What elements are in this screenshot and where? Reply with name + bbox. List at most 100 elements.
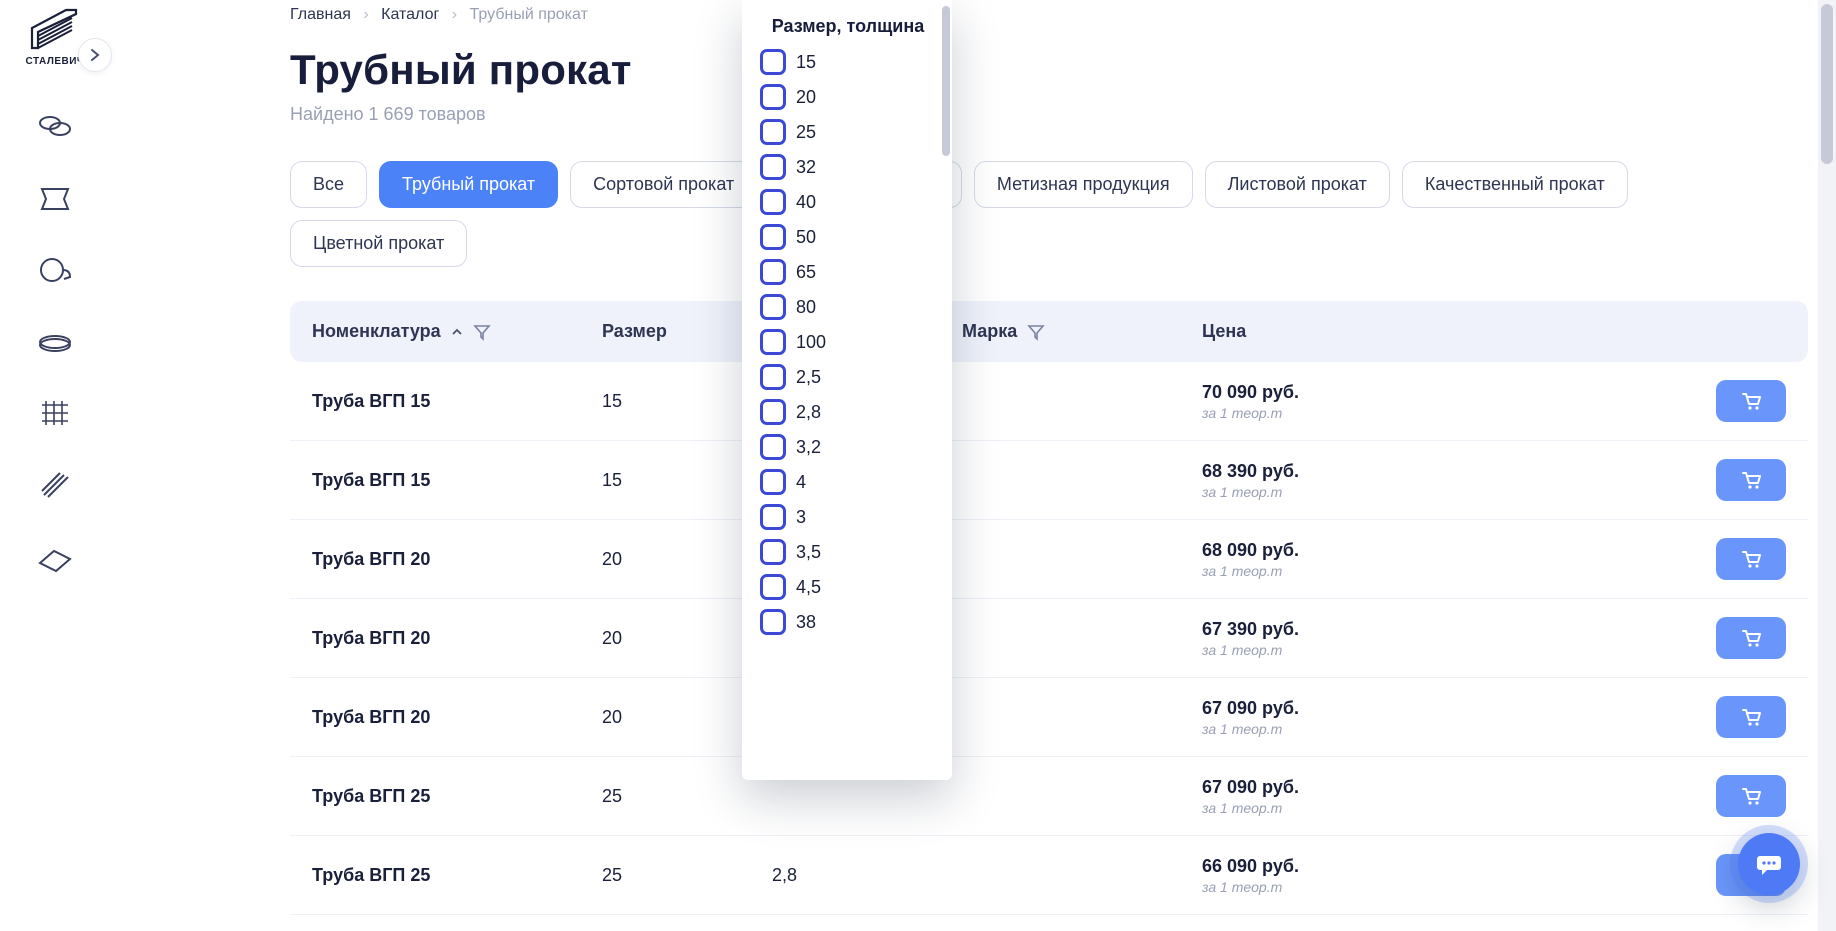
filter-option[interactable]: 15 [760,49,936,75]
profile-icon[interactable] [24,527,86,589]
chip-6[interactable]: Качественный прокат [1402,161,1628,208]
filter-option[interactable]: 4,5 [760,574,936,600]
table-row[interactable]: Труба ВГП 151570 090 руб.за 1 теор.т [290,362,1808,441]
checkbox[interactable] [760,364,786,390]
add-to-cart-button[interactable] [1716,538,1786,580]
checkbox[interactable] [760,539,786,565]
filter-option-label: 80 [796,297,816,318]
table-header: Номенклатура Размер Марка [290,301,1808,362]
ring-icon[interactable] [24,311,86,373]
checkbox[interactable] [760,259,786,285]
filter-option[interactable]: 80 [760,294,936,320]
filter-option-label: 32 [796,157,816,178]
chevron-right-icon [88,48,102,62]
scrollbar-thumb[interactable] [1821,4,1833,164]
cell-price: 66 090 руб.за 1 теор.т [1202,854,1786,896]
checkbox[interactable] [760,434,786,460]
table-row[interactable]: Труба ВГП 151568 390 руб.за 1 теор.т [290,441,1808,520]
logo[interactable]: СТАЛЕВИЧ [26,6,85,67]
dropdown-title: Размер, толщина [760,16,936,37]
cell-thickness: 2,8 [772,865,962,886]
filter-option-label: 40 [796,192,816,213]
add-to-cart-button[interactable] [1716,459,1786,501]
cell-name: Труба ВГП 20 [312,707,602,728]
cell-size: 25 [602,786,772,807]
breadcrumb-link[interactable]: Главная [290,6,351,23]
checkbox[interactable] [760,329,786,355]
filter-option-label: 25 [796,122,816,143]
filter-option[interactable]: 38 [760,609,936,635]
checkbox[interactable] [760,469,786,495]
chip-0[interactable]: Все [290,161,367,208]
add-to-cart-button[interactable] [1716,696,1786,738]
add-to-cart-button[interactable] [1716,617,1786,659]
add-to-cart-button[interactable] [1716,380,1786,422]
filter-option[interactable]: 40 [760,189,936,215]
dropdown-list: 15 20 25 32 40 50 65 80 100 2,5 2,8 3,2 4 3 3,5 4,5 38 [760,49,936,635]
size-filter-dropdown[interactable]: Размер, толщина 15 20 25 32 40 50 65 80 100 2,5 2,… [742,0,952,780]
th-price-label: Цена [1202,321,1246,342]
price-unit: за 1 теор.т [1202,484,1299,500]
table-row[interactable]: Труба ВГП 202067 390 руб.за 1 теор.т [290,599,1808,678]
th-grade[interactable]: Марка [962,321,1202,342]
checkbox[interactable] [760,154,786,180]
logo-wrap: СТАЛЕВИЧ [0,6,110,67]
chip-1[interactable]: Трубный прокат [379,161,558,208]
chip-4[interactable]: Метизная продукция [974,161,1193,208]
th-name[interactable]: Номенклатура [312,321,602,342]
chip-5[interactable]: Листовой прокат [1205,161,1390,208]
checkbox[interactable] [760,224,786,250]
checkbox[interactable] [760,574,786,600]
filter-icon[interactable] [1027,323,1045,341]
mesh-icon[interactable] [24,383,86,445]
page-scrollbar[interactable] [1818,0,1836,931]
filter-option[interactable]: 2,8 [760,399,936,425]
filter-option[interactable]: 3,2 [760,434,936,460]
checkbox[interactable] [760,84,786,110]
pipes-icon[interactable] [24,95,86,157]
filter-icon[interactable] [473,323,491,341]
breadcrumb-link[interactable]: Каталог [381,6,439,23]
cell-size: 25 [602,865,772,886]
filter-option-label: 20 [796,87,816,108]
chip-7[interactable]: Цветной прокат [290,220,467,267]
checkbox[interactable] [760,504,786,530]
sidebar-expand-button[interactable] [78,38,112,72]
main: Главная › Каталог › Трубный прокат Трубн… [110,0,1836,931]
checkbox[interactable] [760,119,786,145]
chip-2[interactable]: Сортовой прокат [570,161,757,208]
checkbox[interactable] [760,189,786,215]
filter-option[interactable]: 4 [760,469,936,495]
filter-option[interactable]: 3,5 [760,539,936,565]
filter-option[interactable]: 65 [760,259,936,285]
table-row[interactable]: Труба ВГП 25252,866 090 руб.за 1 теор.т [290,836,1808,915]
filter-option[interactable]: 50 [760,224,936,250]
filter-option[interactable]: 2,5 [760,364,936,390]
table-row[interactable]: Труба ВГП 252567 090 руб.за 1 теор.т [290,757,1808,836]
checkbox[interactable] [760,294,786,320]
checkbox[interactable] [760,49,786,75]
table-row[interactable]: Труба ВГП 202068 090 руб.за 1 теор.т [290,520,1808,599]
coil-icon[interactable] [24,239,86,301]
price-value: 70 090 руб. [1202,382,1299,403]
filter-option-label: 100 [796,332,826,353]
table-row[interactable]: Труба ВГП 202067 090 руб.за 1 теор.т [290,678,1808,757]
beam-icon[interactable] [24,167,86,229]
filter-option[interactable]: 25 [760,119,936,145]
filter-option[interactable]: 20 [760,84,936,110]
chat-icon [1755,850,1783,878]
checkbox[interactable] [760,399,786,425]
cell-price: 67 090 руб.за 1 теор.т [1202,696,1786,738]
checkbox[interactable] [760,609,786,635]
filter-option-label: 2,5 [796,367,821,388]
cell-price: 67 090 руб.за 1 теор.т [1202,775,1786,817]
filter-option[interactable]: 3 [760,504,936,530]
add-to-cart-button[interactable] [1716,775,1786,817]
chat-button[interactable] [1738,833,1800,895]
rods-icon[interactable] [24,455,86,517]
filter-option[interactable]: 100 [760,329,936,355]
filter-option[interactable]: 32 [760,154,936,180]
price-unit: за 1 теор.т [1202,800,1299,816]
logo-icon [26,6,84,54]
sort-asc-icon[interactable] [451,326,463,338]
